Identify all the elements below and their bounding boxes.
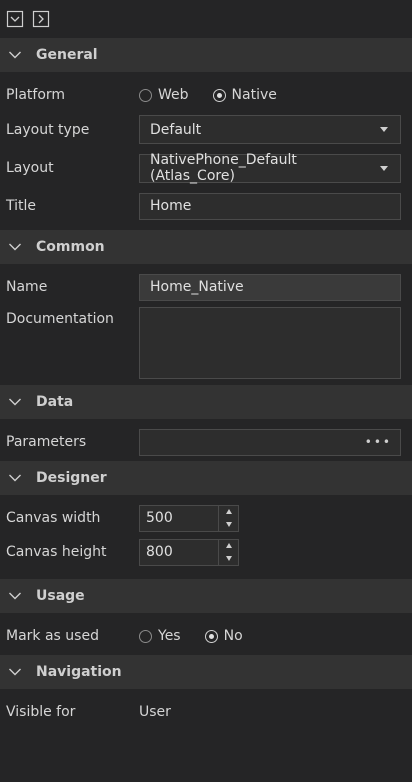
canvas-width-label: Canvas width bbox=[6, 510, 101, 526]
canvas-height-label: Canvas height bbox=[6, 544, 107, 560]
mark-used-no-label[interactable]: No bbox=[224, 628, 243, 644]
documentation-textarea[interactable] bbox=[139, 307, 401, 379]
mark-used-yes-label[interactable]: Yes bbox=[158, 628, 181, 644]
layout-value: NativePhone_Default (Atlas_Core) bbox=[150, 152, 297, 184]
title-input[interactable]: Home bbox=[139, 192, 401, 220]
documentation-label: Documentation bbox=[6, 311, 114, 327]
name-input[interactable]: Home_Native bbox=[139, 273, 401, 301]
section-title: Designer bbox=[36, 470, 107, 486]
chevron-down-icon bbox=[8, 395, 22, 409]
section-general-header[interactable]: General bbox=[0, 38, 412, 72]
canvas-width-row: Canvas width 500 bbox=[0, 503, 412, 533]
mark-used-row: Mark as used Yes No bbox=[0, 621, 412, 651]
section-data-header[interactable]: Data bbox=[0, 385, 412, 419]
visible-for-value: User bbox=[139, 704, 171, 720]
canvas-height-value: 800 bbox=[146, 544, 173, 560]
section-title: Data bbox=[36, 394, 74, 410]
platform-native-label[interactable]: Native bbox=[232, 87, 277, 103]
chevron-down-icon bbox=[8, 48, 22, 62]
canvas-height-row: Canvas height 800 bbox=[0, 533, 412, 571]
dropdown-caret-icon bbox=[380, 127, 388, 132]
platform-native-radio[interactable] bbox=[212, 88, 226, 102]
expand-all-icon bbox=[32, 10, 50, 28]
mark-used-label: Mark as used bbox=[6, 628, 99, 644]
platform-web-label[interactable]: Web bbox=[158, 87, 189, 103]
layout-row: Layout NativePhone_Default (Atlas_Core) bbox=[0, 149, 412, 187]
collapse-all-icon bbox=[6, 10, 24, 28]
chevron-down-icon bbox=[8, 240, 22, 254]
layout-label: Layout bbox=[6, 160, 54, 176]
parameters-label: Parameters bbox=[6, 434, 87, 450]
mark-used-radio-group: Yes No bbox=[139, 628, 243, 644]
parameters-field[interactable]: ••• bbox=[139, 428, 401, 456]
documentation-row: Documentation bbox=[0, 302, 412, 384]
layout-type-label: Layout type bbox=[6, 121, 90, 138]
mark-used-yes-radio[interactable] bbox=[139, 629, 152, 643]
more-options-button[interactable]: ••• bbox=[365, 435, 392, 449]
toolbar bbox=[0, 0, 412, 38]
platform-web-radio[interactable] bbox=[139, 88, 152, 102]
canvas-height-input[interactable]: 800 bbox=[139, 538, 219, 566]
decrement-icon[interactable] bbox=[225, 555, 232, 561]
section-title: Usage bbox=[36, 588, 85, 604]
layout-select[interactable]: NativePhone_Default (Atlas_Core) bbox=[139, 152, 401, 184]
stepper-buttons bbox=[219, 538, 239, 566]
chevron-down-icon bbox=[8, 589, 22, 603]
parameters-row: Parameters ••• bbox=[0, 427, 412, 457]
canvas-width-value: 500 bbox=[146, 510, 173, 526]
platform-label: Platform bbox=[6, 87, 66, 103]
platform-row: Platform Web Native bbox=[0, 80, 412, 110]
layout-type-select[interactable]: Default bbox=[139, 115, 401, 144]
section-navigation-header[interactable]: Navigation bbox=[0, 655, 412, 689]
canvas-width-input[interactable]: 500 bbox=[139, 504, 219, 532]
section-title: General bbox=[36, 47, 98, 63]
platform-radio-group: Web Native bbox=[139, 87, 277, 103]
layout-type-row: Layout type Default bbox=[0, 110, 412, 149]
stepper-buttons bbox=[219, 504, 239, 532]
title-value: Home bbox=[150, 198, 192, 214]
increment-icon[interactable] bbox=[225, 509, 232, 515]
name-value: Home_Native bbox=[150, 279, 244, 295]
expand-all-button[interactable] bbox=[32, 10, 50, 28]
title-label: Title bbox=[6, 198, 37, 214]
canvas-width-stepper: 500 bbox=[139, 504, 239, 532]
section-title: Common bbox=[36, 239, 105, 255]
name-row: Name Home_Native bbox=[0, 272, 412, 302]
collapse-all-button[interactable] bbox=[6, 10, 24, 28]
visible-for-row: Visible for User bbox=[0, 697, 412, 727]
section-common-header[interactable]: Common bbox=[0, 230, 412, 264]
layout-type-value: Default bbox=[150, 121, 202, 138]
chevron-down-icon bbox=[8, 471, 22, 485]
visible-for-label: Visible for bbox=[6, 704, 76, 720]
mark-used-no-radio[interactable] bbox=[204, 629, 218, 643]
canvas-height-stepper: 800 bbox=[139, 538, 239, 566]
chevron-down-icon bbox=[8, 665, 22, 679]
section-designer-header[interactable]: Designer bbox=[0, 461, 412, 495]
title-row: Title Home bbox=[0, 187, 412, 225]
decrement-icon[interactable] bbox=[225, 521, 232, 527]
dropdown-caret-icon bbox=[380, 165, 388, 171]
name-label: Name bbox=[6, 279, 48, 295]
section-usage-header[interactable]: Usage bbox=[0, 579, 412, 613]
increment-icon[interactable] bbox=[225, 543, 232, 549]
section-title: Navigation bbox=[36, 664, 122, 680]
